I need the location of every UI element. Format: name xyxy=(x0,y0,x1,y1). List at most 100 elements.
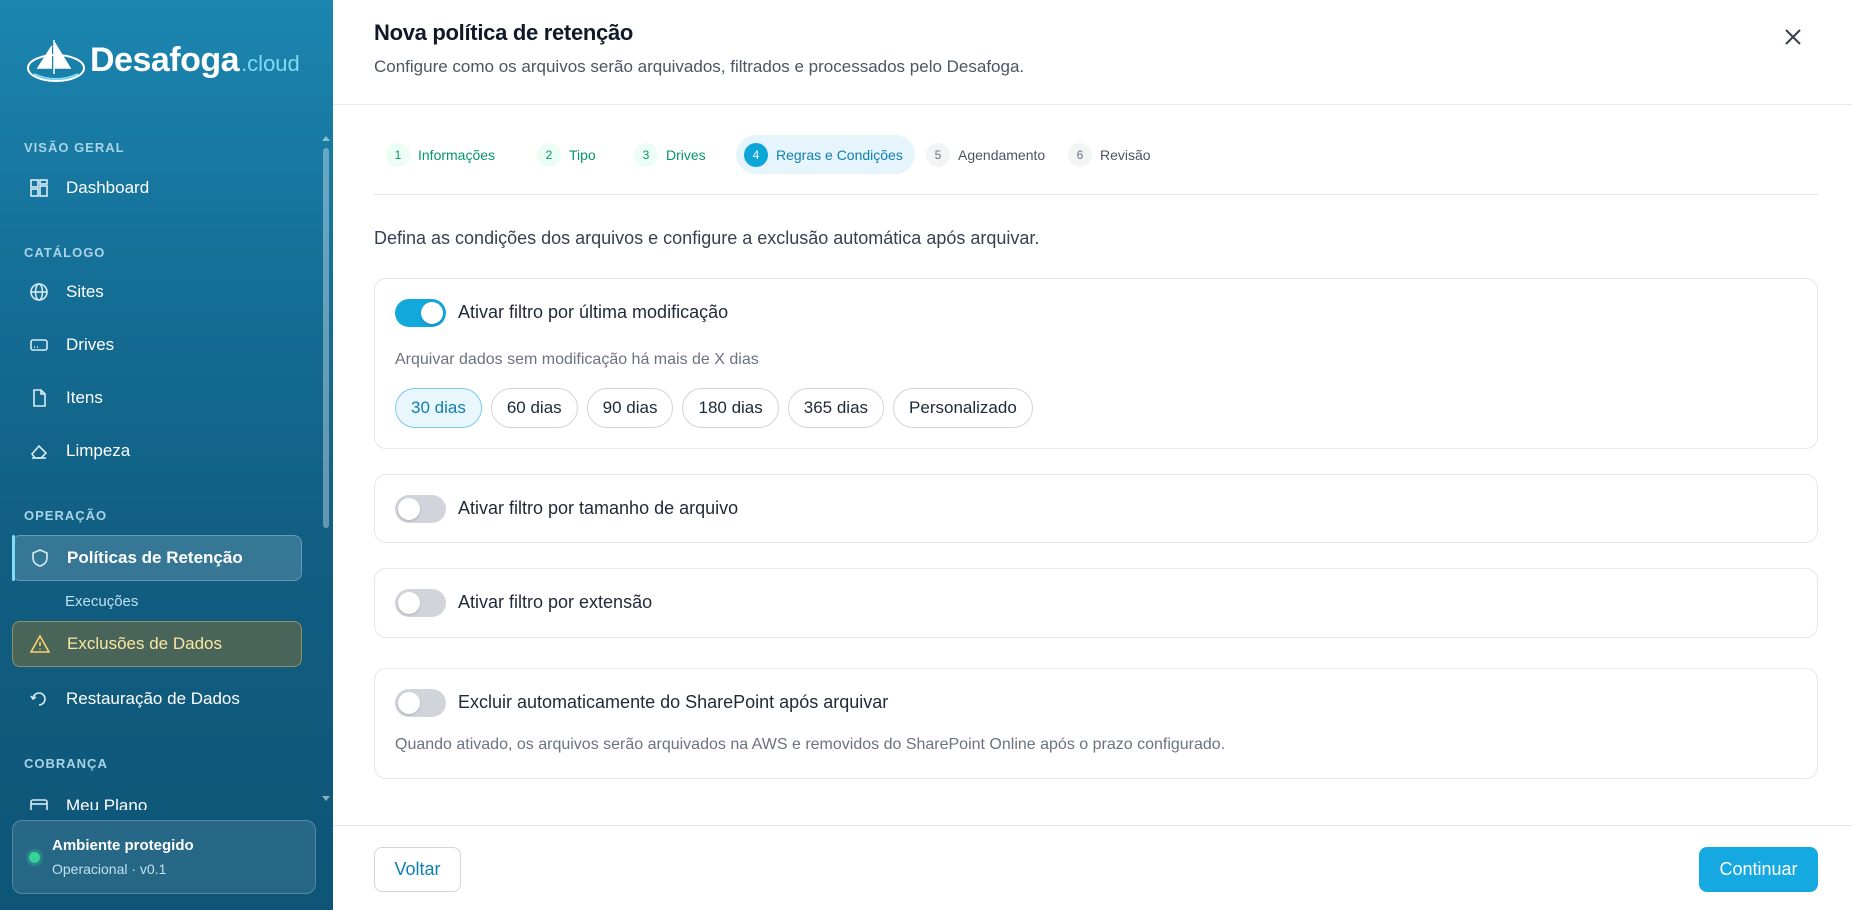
sidebar: Desafoga .cloud VISÃO GERAL Dashboard CA… xyxy=(0,0,333,910)
step-revisao[interactable]: 6 Revisão xyxy=(1060,135,1163,174)
close-button[interactable] xyxy=(1780,24,1806,50)
sidebar-item-drives[interactable]: Drives xyxy=(12,322,302,368)
filter-card-size: Ativar filtro por tamanho de arquivo xyxy=(374,474,1818,543)
days-option-90[interactable]: 90 dias xyxy=(586,388,674,428)
card-icon xyxy=(28,795,50,810)
step-number: 6 xyxy=(1068,142,1092,167)
drive-icon xyxy=(28,334,50,356)
days-option-30[interactable]: 30 dias xyxy=(395,388,482,428)
shield-icon xyxy=(29,547,51,569)
footer-divider xyxy=(333,825,1852,826)
environment-status-card: Ambiente protegido Operacional · v0.1 xyxy=(12,820,316,894)
section-label-catalogo: CATÁLOGO xyxy=(24,245,106,260)
days-option-custom[interactable]: Personalizado xyxy=(893,388,1033,428)
sidebar-item-meu-plano[interactable]: Meu Plano xyxy=(12,783,302,810)
step-agendamento[interactable]: 5 Agendamento xyxy=(918,135,1057,174)
toggle-knob xyxy=(398,592,420,614)
back-button[interactable]: Voltar xyxy=(374,847,461,892)
extension-filter-toggle[interactable] xyxy=(395,589,446,617)
sidebar-item-exclusoes-de-dados[interactable]: Exclusões de Dados xyxy=(12,621,302,667)
toggle-knob xyxy=(421,302,443,324)
sidebar-item-politicas-de-retencao[interactable]: Políticas de Retenção xyxy=(12,535,302,581)
globe-icon xyxy=(28,281,50,303)
step-label: Informações xyxy=(418,146,496,163)
auto-delete-toggle[interactable] xyxy=(395,689,446,717)
step-number: 5 xyxy=(926,142,950,167)
step-label: Drives xyxy=(666,146,706,163)
step-informacoes[interactable]: 1 Informações xyxy=(378,135,507,174)
sidebar-item-sites[interactable]: Sites xyxy=(12,269,302,315)
sidebar-nav: VISÃO GERAL Dashboard CATÁLOGO Sites Dri… xyxy=(0,130,322,810)
app-name-suffix: .cloud xyxy=(241,51,300,76)
sidebar-scrollbar[interactable] xyxy=(323,148,329,528)
sidebar-item-limpeza[interactable]: Limpeza xyxy=(12,428,302,474)
dashboard-icon xyxy=(28,177,50,199)
step-number: 2 xyxy=(537,142,561,167)
days-option-60[interactable]: 60 dias xyxy=(490,388,578,428)
restore-icon xyxy=(28,688,50,710)
step-label: Tipo xyxy=(569,146,596,163)
sidebar-item-label: Restauração de Dados xyxy=(66,689,240,708)
filter-card-modification: Ativar filtro por última modificação Arq… xyxy=(374,278,1818,449)
section-label-visao-geral: VISÃO GERAL xyxy=(24,140,125,155)
sidebar-item-label: Exclusões de Dados xyxy=(67,634,222,653)
sidebar-item-label: Dashboard xyxy=(66,178,150,197)
scroll-up-arrow[interactable] xyxy=(322,136,330,141)
filter-card-extension: Ativar filtro por extensão xyxy=(374,568,1818,638)
section-intro: Defina as condições dos arquivos e confi… xyxy=(374,228,1040,248)
status-indicator-dot xyxy=(29,852,40,863)
auto-delete-hint: Quando ativado, os arquivos serão arquiv… xyxy=(395,736,1226,753)
step-regras-e-condicoes[interactable]: 4 Regras e Condições xyxy=(736,135,915,174)
modification-filter-label: Ativar filtro por última modificação xyxy=(458,302,729,322)
extension-filter-label: Ativar filtro por extensão xyxy=(458,592,653,612)
active-indicator xyxy=(12,535,15,581)
page-title: Nova política de retenção xyxy=(374,20,634,45)
days-option-180[interactable]: 180 dias xyxy=(682,388,779,428)
modification-filter-toggle[interactable] xyxy=(395,299,446,327)
modification-filter-hint: Arquivar dados sem modificação há mais d… xyxy=(395,351,759,368)
sidebar-subitem-execucoes[interactable]: Execuções xyxy=(65,593,138,610)
close-icon xyxy=(1785,29,1801,45)
file-icon xyxy=(28,387,50,409)
toggle-knob xyxy=(398,498,420,520)
auto-delete-card: Excluir automaticamente do SharePoint ap… xyxy=(374,668,1818,779)
eraser-icon xyxy=(28,440,50,462)
app-name: Desafoga xyxy=(90,40,240,79)
toggle-knob xyxy=(398,692,420,714)
step-label: Agendamento xyxy=(958,146,1046,163)
size-filter-toggle[interactable] xyxy=(395,495,446,523)
auto-delete-label: Excluir automaticamente do SharePoint ap… xyxy=(458,692,889,712)
sidebar-item-itens[interactable]: Itens xyxy=(12,375,302,421)
step-number: 1 xyxy=(386,142,410,167)
section-label-operacao: OPERAÇÃO xyxy=(24,508,108,523)
step-number: 4 xyxy=(744,142,768,167)
app-logo[interactable]: Desafoga .cloud xyxy=(24,30,300,90)
sailboat-logo-icon xyxy=(27,39,85,82)
step-number: 3 xyxy=(634,142,658,167)
step-tipo[interactable]: 2 Tipo xyxy=(529,135,608,174)
sidebar-item-label: Itens xyxy=(66,388,103,407)
main-panel: Nova política de retenção Configure como… xyxy=(333,0,1852,910)
step-label: Regras e Condições xyxy=(776,146,903,163)
sidebar-item-restauracao-de-dados[interactable]: Restauração de Dados xyxy=(12,676,302,722)
sidebar-item-label: Drives xyxy=(66,335,115,354)
section-label-cobranca: COBRANÇA xyxy=(24,756,108,771)
page-subtitle: Configure como os arquivos serão arquiva… xyxy=(374,57,1025,76)
scroll-down-arrow[interactable] xyxy=(322,796,330,801)
sidebar-item-label: Limpeza xyxy=(66,441,131,460)
status-subtitle: Operacional · v0.1 xyxy=(52,861,167,877)
warning-icon xyxy=(29,633,51,655)
header-divider xyxy=(333,104,1852,105)
status-title: Ambiente protegido xyxy=(52,837,194,854)
wizard-steps: 1 Informações 2 Tipo 3 Drives 4 Regras e… xyxy=(374,135,1818,195)
step-label: Revisão xyxy=(1100,146,1151,163)
days-options: 30 dias 60 dias 90 dias 180 dias 365 dia… xyxy=(395,388,1033,428)
sidebar-item-label: Meu Plano xyxy=(66,796,148,810)
step-drives[interactable]: 3 Drives xyxy=(626,135,718,174)
days-option-365[interactable]: 365 dias xyxy=(787,388,885,428)
sidebar-item-label: Sites xyxy=(66,282,104,301)
size-filter-label: Ativar filtro por tamanho de arquivo xyxy=(458,498,739,518)
sidebar-item-dashboard[interactable]: Dashboard xyxy=(12,165,302,211)
sidebar-item-label: Políticas de Retenção xyxy=(67,548,243,567)
continue-button[interactable]: Continuar xyxy=(1699,847,1818,892)
